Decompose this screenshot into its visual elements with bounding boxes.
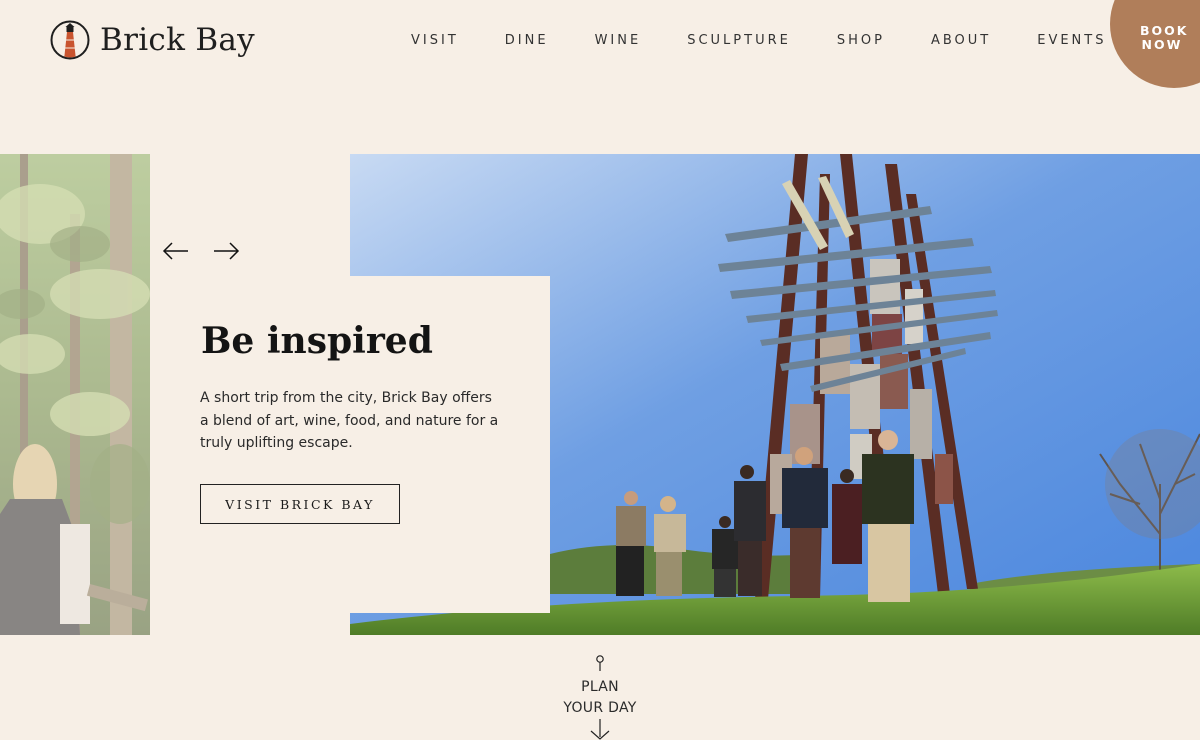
hero-description: A short trip from the city, Brick Bay of… [200, 390, 499, 451]
nav-item-events[interactable]: EVENTS [1037, 33, 1106, 48]
slider-controls [162, 240, 240, 262]
main-nav: VISIT DINE WINE SCULPTURE SHOP ABOUT EVE… [411, 33, 1106, 48]
previous-slide-image[interactable] [0, 154, 150, 635]
arrow-left-icon[interactable] [162, 240, 190, 262]
book-now-label[interactable]: BOOK NOW [1140, 23, 1189, 52]
plan-your-day-link[interactable]: PLAN YOUR DAY [540, 654, 660, 740]
nav-item-shop[interactable]: SHOP [837, 33, 885, 48]
visit-brick-bay-button[interactable]: VISIT BRICK BAY [200, 484, 400, 524]
nav-item-about[interactable]: ABOUT [931, 33, 991, 48]
lighthouse-logo-icon [50, 20, 90, 60]
brand-logo[interactable]: Brick Bay [50, 20, 255, 60]
hero-title: Be inspired [201, 320, 433, 362]
book-now-line2: NOW [1141, 37, 1183, 52]
book-now-line1: BOOK [1140, 23, 1189, 38]
nav-item-wine[interactable]: WINE [595, 33, 642, 48]
nav-item-visit[interactable]: VISIT [411, 33, 459, 48]
nav-item-dine[interactable]: DINE [505, 33, 549, 48]
brand-name: Brick Bay [100, 22, 255, 58]
plan-label-line2: YOUR DAY [563, 700, 637, 716]
nav-item-sculpture[interactable]: SCULPTURE [687, 33, 791, 48]
arrow-right-icon[interactable] [212, 240, 240, 262]
pin-icon [596, 655, 604, 671]
plan-label-line1: PLAN [581, 679, 619, 695]
hero-card: Be inspired A short trip from the city, … [150, 276, 550, 613]
arrow-down-icon [590, 719, 610, 740]
